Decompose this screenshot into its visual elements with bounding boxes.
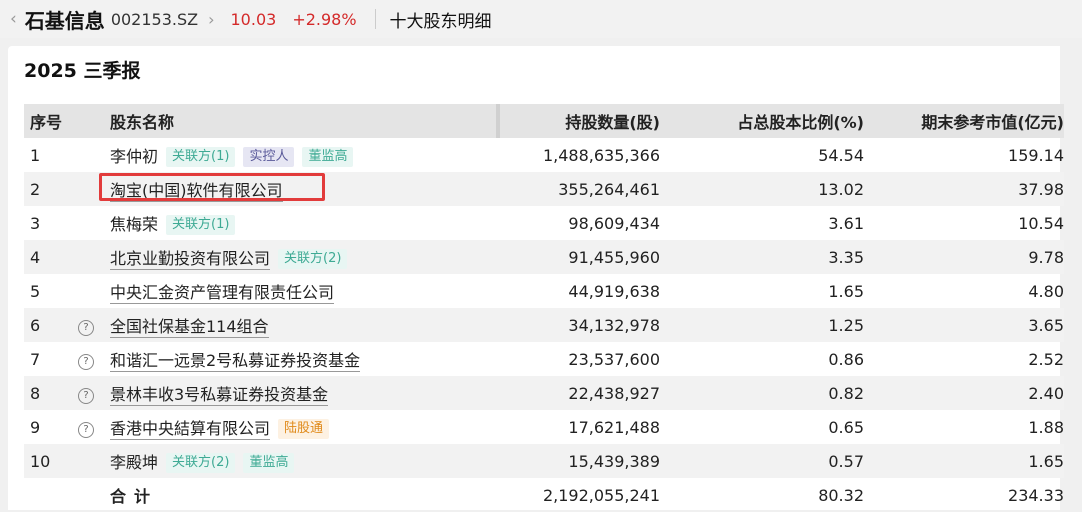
tag-badge[interactable]: 关联方(2) — [278, 249, 348, 270]
holder-name-link[interactable]: 景林丰收3号私募证券投资基金 — [110, 385, 329, 406]
market-value-cell: 9.78 — [868, 240, 1064, 274]
back-icon[interactable]: ‹ — [10, 9, 17, 29]
shares-cell: 17,621,488 — [568, 417, 660, 437]
top-holders-table: 序号 股东名称 持股数量(股) 占总股本比例(%) 期末参考市值(亿元) 1 李仲… — [24, 104, 1064, 512]
total-shares: 2,192,055,241 — [542, 485, 660, 505]
shares-cell: 91,455,960 — [498, 240, 664, 274]
holder-name-link[interactable]: 和谐汇一远景2号私募证券投资基金 — [110, 351, 361, 372]
question-icon[interactable]: ? — [78, 319, 94, 336]
holder-name-link[interactable]: 李仲初 — [110, 147, 158, 166]
percent-cell: 0.65 — [828, 417, 864, 437]
holders-card: 2025 三季报 序号 股东名称 持股数量(股) 占总股本比例(%) 期末参考市… — [8, 46, 1064, 510]
header-shares[interactable]: 持股数量(股) — [498, 104, 664, 138]
tag-badge[interactable]: 关联方(2) — [166, 453, 236, 474]
row-index: 3 — [30, 213, 41, 233]
row-index: 1 — [30, 145, 41, 165]
shares-cell: 23,537,600 — [568, 349, 660, 369]
page-title: 十大股东明细 — [389, 11, 492, 32]
percent-cell: 54.54 — [818, 145, 864, 165]
tag-badge[interactable]: 陆股通 — [278, 419, 330, 440]
market-value-cell: 10.54 — [1018, 213, 1064, 233]
table-row[interactable]: 9? 香港中央結算有限公司 陆股通 17,621,488 0.65 1.88 — [24, 410, 1064, 444]
table-row[interactable]: 7? 和谐汇一远景2号私募证券投资基金 23,537,600 0.86 2.52 — [24, 342, 1064, 376]
shares-cell: 98,609,434 — [568, 213, 660, 233]
shares-cell: 1,488,635,366 — [542, 145, 660, 165]
header-index: 序号 — [24, 104, 76, 138]
report-period-title: 2025 三季报 — [24, 60, 141, 82]
market-value-cell: 159.14 — [1008, 145, 1064, 165]
tag-badge: 董监高 — [243, 453, 295, 474]
total-row: 合计 2,192,055,241 80.32 234.33 — [24, 478, 1064, 512]
percent-cell: 0.82 — [664, 376, 868, 410]
percent-cell: 1.25 — [664, 308, 868, 342]
tag-badge[interactable]: 关联方(1) — [166, 215, 236, 236]
market-value-cell: 2.52 — [1028, 349, 1064, 369]
market-value-cell: 37.98 — [868, 172, 1064, 206]
holder-name-link[interactable]: 中央汇金资产管理有限责任公司 — [110, 283, 335, 304]
header-market-value[interactable]: 期末参考市值(亿元) — [868, 104, 1064, 138]
holder-name-link[interactable]: 焦梅荣 — [110, 215, 158, 234]
holder-name-link[interactable]: 北京业勤投资有限公司 — [110, 248, 271, 270]
table-header-row: 序号 股东名称 持股数量(股) 占总股本比例(%) 期末参考市值(亿元) — [24, 104, 1064, 138]
table-row[interactable]: 6? 全国社保基金114组合 34,132,978 1.25 3.65 — [24, 308, 1064, 342]
table-row[interactable]: 1 李仲初 关联方(1) 实控人 董监高 1,488,635,366 54.54 159.14 — [24, 138, 1064, 172]
table-row[interactable]: 3 焦梅荣 关联方(1) 98,609,434 3.61 10.54 — [24, 206, 1064, 240]
question-icon[interactable]: ? — [78, 353, 94, 370]
percent-cell: 0.86 — [828, 349, 864, 369]
header-spacer — [76, 104, 106, 138]
total-label: 合计 — [110, 487, 159, 506]
shares-cell: 15,439,389 — [498, 444, 664, 478]
shares-cell: 22,438,927 — [498, 376, 664, 410]
market-value-cell: 1.88 — [1028, 417, 1064, 437]
tag-badge: 董监高 — [302, 147, 354, 168]
question-icon[interactable]: ? — [78, 387, 94, 404]
table-row[interactable]: 10 李殿坤 关联方(2) 董监高 15,439,389 0.57 1.65 — [24, 444, 1064, 478]
percent-cell: 3.61 — [828, 213, 864, 233]
total-percent: 80.32 — [818, 485, 864, 505]
top-bar: ‹ 石基信息 002153.SZ › 10.03 +2.98% 十大股东明细 — [0, 0, 1082, 38]
market-value-cell: 2.40 — [868, 376, 1064, 410]
header-holder-name: 股东名称 — [106, 104, 500, 138]
row-index: 6 — [24, 308, 76, 342]
question-icon[interactable]: ? — [78, 421, 94, 438]
price-change: +2.98% — [292, 9, 357, 29]
percent-cell: 13.02 — [664, 172, 868, 206]
tag-badge[interactable]: 关联方(1) — [166, 147, 236, 168]
stock-code: 002153.SZ — [110, 9, 199, 29]
row-index: 10 — [24, 444, 76, 478]
highlight-annotation-box — [99, 173, 325, 201]
table-row[interactable]: 8? 景林丰收3号私募证券投资基金 22,438,927 0.82 2.40 — [24, 376, 1064, 410]
stock-name: 石基信息 — [24, 8, 105, 33]
market-value-cell: 4.80 — [1028, 281, 1064, 301]
percent-cell: 0.57 — [664, 444, 868, 478]
market-value-cell: 3.65 — [868, 308, 1064, 342]
shares-cell: 34,132,978 — [498, 308, 664, 342]
tag-badge: 实控人 — [243, 147, 295, 168]
percent-cell: 3.35 — [664, 240, 868, 274]
percent-cell: 1.65 — [828, 281, 864, 301]
row-index: 9 — [30, 417, 41, 437]
header-percent[interactable]: 占总股本比例(%) — [664, 104, 868, 138]
shares-cell: 44,919,638 — [568, 281, 660, 301]
row-index: 8 — [24, 376, 76, 410]
divider — [374, 9, 376, 29]
holder-name-link[interactable]: 全国社保基金114组合 — [110, 317, 269, 338]
table-row[interactable]: 5 中央汇金资产管理有限责任公司 44,919,638 1.65 4.80 — [24, 274, 1064, 308]
shares-cell: 355,264,461 — [498, 172, 664, 206]
market-value-cell: 1.65 — [868, 444, 1064, 478]
row-index: 4 — [24, 240, 76, 274]
stock-price: 10.03 — [230, 9, 277, 29]
row-index: 5 — [30, 281, 41, 301]
table-row[interactable]: 4 北京业勤投资有限公司 关联方(2) 91,455,960 3.35 9.78 — [24, 240, 1064, 274]
chevron-right-icon[interactable]: › — [208, 10, 214, 29]
row-index: 2 — [24, 172, 76, 206]
holder-name-link[interactable]: 香港中央結算有限公司 — [110, 418, 271, 440]
total-market-value: 234.33 — [1008, 485, 1064, 505]
holder-name-link[interactable]: 李殿坤 — [110, 453, 158, 472]
row-index: 7 — [30, 349, 41, 369]
